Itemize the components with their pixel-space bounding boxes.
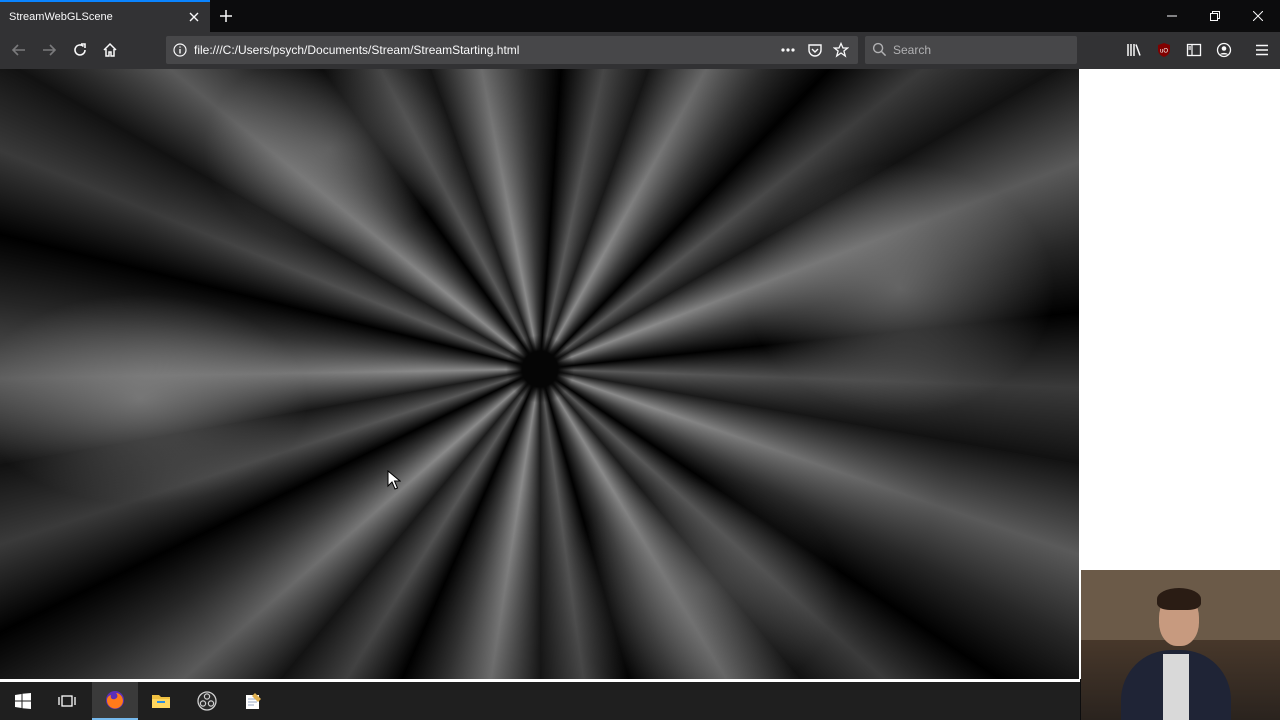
reload-icon[interactable]: [66, 36, 94, 64]
task-view-icon[interactable]: [44, 682, 90, 720]
firefox-icon[interactable]: [92, 682, 138, 720]
webcam-person-shirt: [1163, 654, 1189, 720]
menu-icon[interactable]: [1250, 38, 1274, 62]
tab-close-icon[interactable]: [184, 8, 204, 26]
tab-strip: StreamWebGLScene: [0, 0, 1280, 32]
forward-icon[interactable]: [35, 36, 63, 64]
svg-text:uO: uO: [1160, 49, 1168, 55]
navigation-toolbar: file:///C:/Users/psych/Documents/Stream/…: [0, 32, 1280, 69]
windows-taskbar: [0, 682, 1080, 720]
new-tab-icon[interactable]: [214, 4, 238, 28]
url-bar[interactable]: file:///C:/Users/psych/Documents/Stream/…: [166, 36, 858, 64]
pocket-icon[interactable]: [807, 42, 823, 58]
page-actions-icon[interactable]: [780, 42, 796, 58]
info-icon[interactable]: [172, 42, 188, 58]
page-content: [0, 69, 1280, 720]
tab-streamwebglscene[interactable]: StreamWebGLScene: [0, 0, 210, 32]
ublock-icon[interactable]: uO: [1152, 38, 1176, 62]
file-explorer-icon[interactable]: [138, 682, 184, 720]
search-placeholder: Search: [893, 43, 932, 57]
account-icon[interactable]: [1212, 38, 1236, 62]
webcam-overlay: [1081, 570, 1280, 720]
close-window-icon[interactable]: [1236, 0, 1280, 32]
search-icon: [872, 42, 887, 62]
library-icon[interactable]: [1122, 38, 1146, 62]
back-icon[interactable]: [5, 36, 33, 64]
mouse-cursor-icon: [387, 470, 401, 490]
search-bar[interactable]: Search: [865, 36, 1077, 64]
restore-icon[interactable]: [1193, 0, 1237, 32]
windows-start-icon[interactable]: [0, 682, 46, 720]
obs-icon[interactable]: [184, 682, 230, 720]
bookmark-star-icon[interactable]: [833, 42, 849, 58]
webcam-person-hair: [1157, 588, 1201, 610]
url-text: file:///C:/Users/psych/Documents/Stream/…: [194, 43, 520, 57]
webgl-canvas[interactable]: [0, 69, 1079, 679]
home-icon[interactable]: [96, 36, 124, 64]
sidebar-icon[interactable]: [1182, 38, 1206, 62]
tab-title: StreamWebGLScene: [9, 11, 113, 23]
minimize-icon[interactable]: [1150, 0, 1194, 32]
notepad-icon[interactable]: [230, 682, 276, 720]
swirl-render: [0, 69, 1079, 679]
